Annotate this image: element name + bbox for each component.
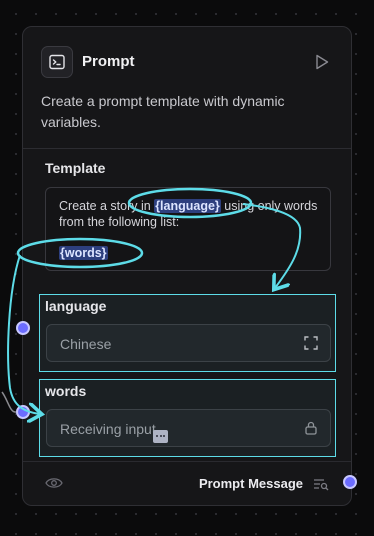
words-label: words [45,383,87,399]
terminal-icon [41,46,73,78]
play-icon[interactable] [315,54,329,70]
output-handle[interactable] [343,475,357,489]
output-label: Prompt Message [198,476,303,491]
language-field: language Chinese [39,294,336,372]
language-value: Chinese [60,336,112,352]
template-text-start: Create a story in [59,199,155,213]
footer-divider [23,461,351,462]
expand-icon[interactable] [304,336,318,350]
template-label: Template [45,160,106,176]
node-title: Prompt [82,53,135,70]
divider [23,148,351,149]
language-label: language [45,298,107,314]
lock-icon [305,421,317,435]
eye-icon[interactable] [45,476,63,490]
message-search-icon[interactable] [313,477,329,491]
template-variable-line: {words} [59,246,108,260]
words-edge [1,391,17,413]
variable-language-chip: {language} [154,199,221,213]
words-placeholder: Receiving input [60,421,156,437]
words-field: words Receiving input [39,379,336,457]
template-text: Create a story in {language} using only … [59,198,321,230]
node-description: Create a prompt template with dynamic va… [41,93,285,130]
words-input-handle[interactable] [16,405,30,419]
words-input[interactable]: Receiving input [46,409,331,447]
language-input[interactable]: Chinese [46,324,331,362]
template-editor[interactable]: Create a story in {language} using only … [45,187,331,271]
drag-handle-icon[interactable] [153,430,168,443]
variable-words-chip: {words} [59,246,108,260]
prompt-node[interactable]: Prompt Create a prompt template with dyn… [22,26,352,506]
language-input-handle[interactable] [16,321,30,335]
node-header: Prompt [23,27,351,97]
